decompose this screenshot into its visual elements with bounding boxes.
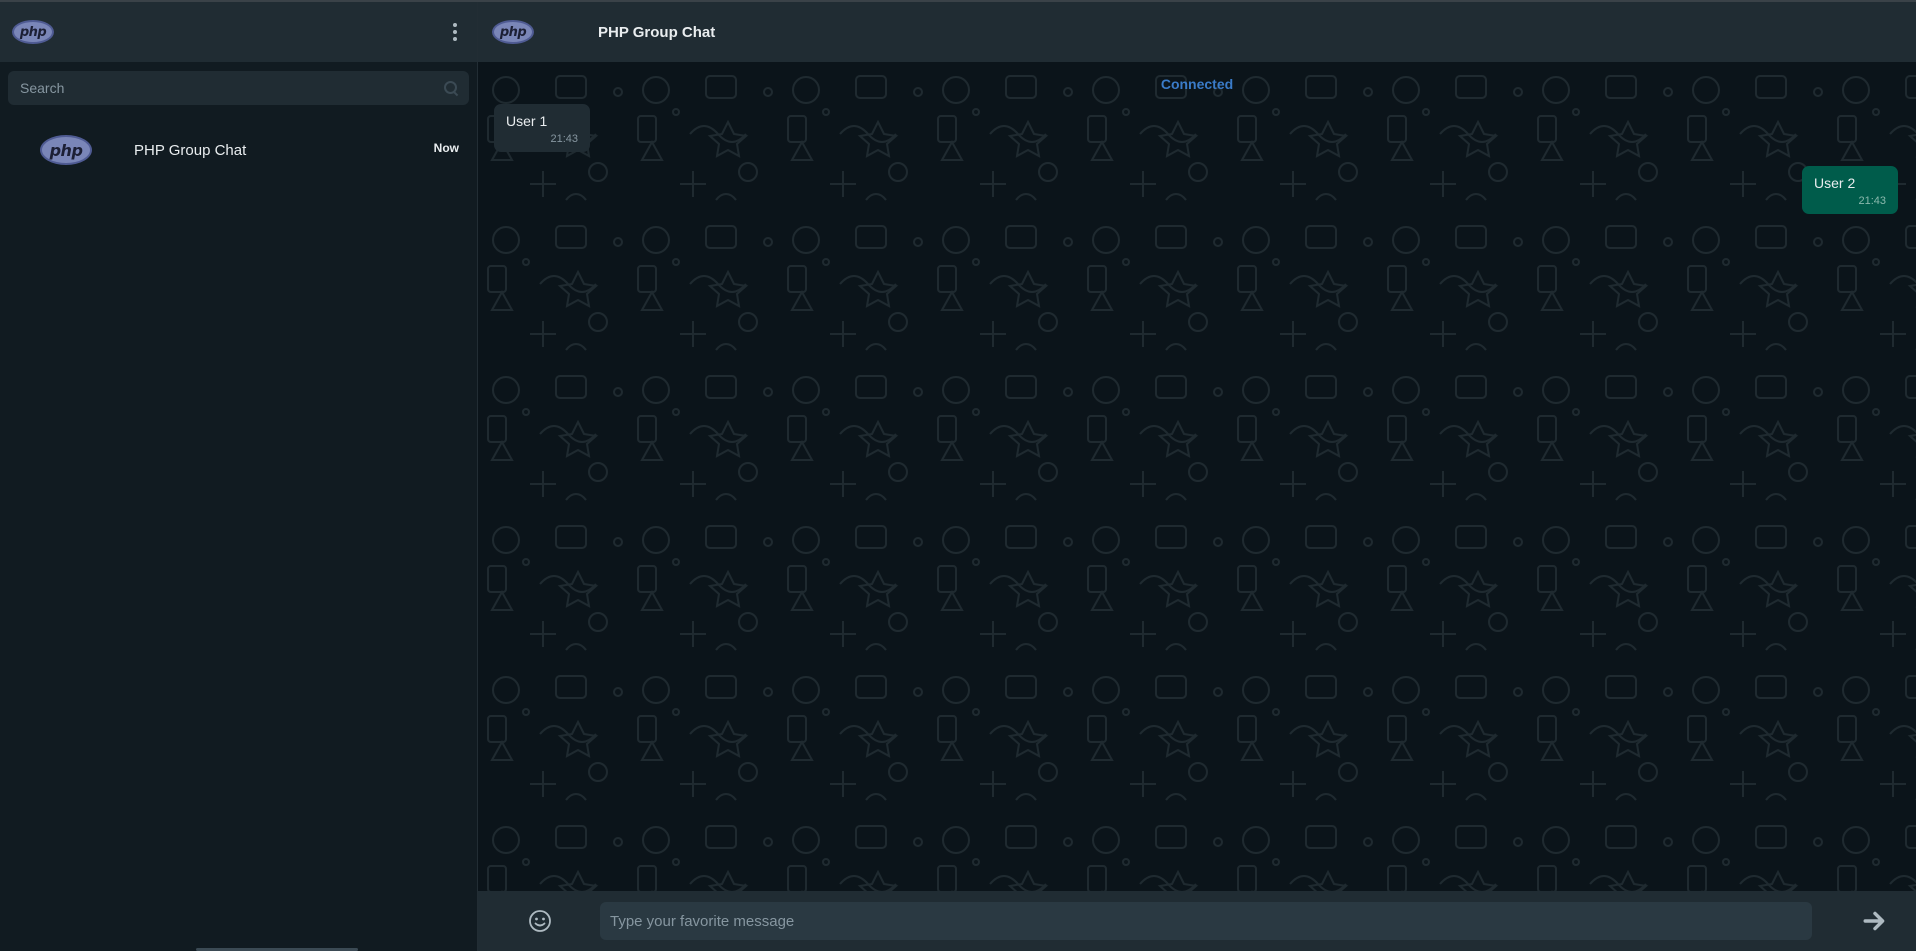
conversation-header: php PHP Group Chat (478, 2, 1916, 62)
message-area: Connected User 1 21:43 User 2 21:43 (478, 62, 1916, 891)
chat-name: PHP Group Chat (134, 141, 247, 159)
message-bubble-incoming[interactable]: User 1 21:43 (494, 104, 590, 152)
chat-avatar: php (40, 135, 92, 165)
search-box (8, 71, 469, 105)
chat-list: php PHP Group Chat Now (0, 114, 477, 186)
message-text: User 2 (1814, 175, 1856, 191)
connection-status: Connected (1160, 76, 1234, 92)
chat-app: php php PHP Group Chat Now php PHP Group… (0, 0, 1916, 951)
message-text: User 1 (506, 113, 548, 129)
message-bubble-outgoing[interactable]: User 2 21:43 (1802, 166, 1898, 214)
arrow-right-icon[interactable] (1862, 908, 1888, 934)
doodle-wallpaper (478, 62, 1916, 891)
search-input[interactable] (20, 80, 443, 96)
conversation-panel: php PHP Group Chat Connected User 1 21:4… (478, 2, 1916, 951)
search-bar (0, 62, 477, 114)
search-icon[interactable] (443, 80, 459, 96)
conversation-title: PHP Group Chat (598, 23, 716, 41)
message-composer (478, 891, 1916, 951)
message-time: 21:43 (550, 133, 578, 145)
profile-avatar[interactable]: php (12, 20, 54, 44)
chat-list-item[interactable]: php PHP Group Chat Now (0, 114, 477, 186)
chat-time: Now (433, 141, 459, 155)
message-input[interactable] (600, 902, 1812, 940)
sidebar-header: php (0, 2, 477, 62)
smiley-icon[interactable] (528, 909, 552, 933)
kebab-menu-icon[interactable] (443, 17, 467, 47)
message-time: 21:43 (1858, 195, 1886, 207)
group-avatar[interactable]: php (492, 20, 534, 44)
sidebar: php php PHP Group Chat Now (0, 2, 478, 951)
